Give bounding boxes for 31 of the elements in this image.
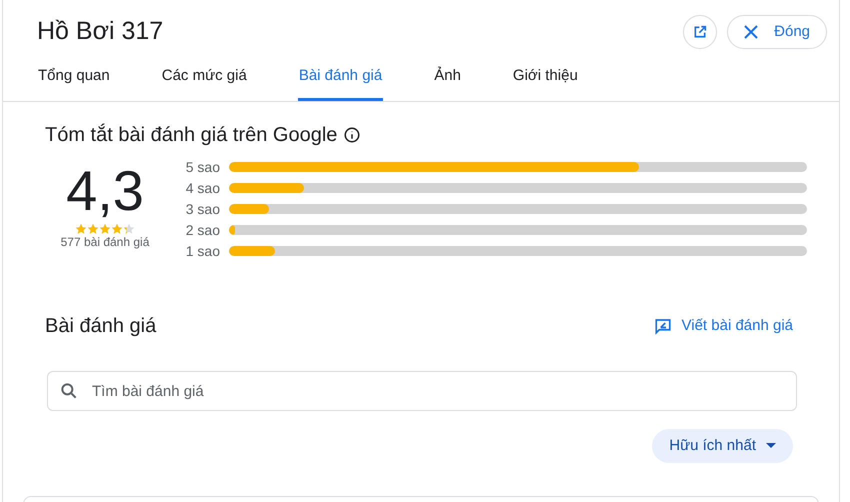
tab[interactable]: Ảnh [433,64,462,101]
star-level-label: 2 sao [185,220,221,240]
section-heading: Bài đánh giá [45,314,156,339]
open-external-button[interactable] [683,15,718,49]
star-level-label: 4 sao [185,178,221,198]
star-icon [111,223,123,235]
info-icon [343,126,362,144]
star-icon [99,223,111,235]
tab[interactable]: Bài đánh giá [298,64,384,101]
open-external-icon [692,24,708,40]
close-button[interactable]: Đóng [727,15,827,49]
tab[interactable]: Các mức giá [160,64,248,101]
review-count: 577 bài đánh giá [60,235,150,249]
star-icon [75,223,87,235]
close-icon [744,25,758,39]
star-level-label: 3 sao [185,200,221,218]
sort-dropdown[interactable]: Hữu ích nhất [652,429,793,463]
tab[interactable]: Giới thiệu [512,64,579,101]
write-review-icon [654,317,672,335]
place-title: Hồ Bơi 317 [37,16,164,48]
search-field[interactable]: Tìm bài đánh giá [47,371,797,411]
section-heading: Tóm tắt bài đánh giá trên Google [45,122,338,148]
dropdown-caret-icon [766,443,776,449]
tab[interactable]: Tổng quan [37,64,111,101]
star-icon [87,223,99,235]
search-icon [59,381,79,401]
write-review-link[interactable]: Viết bài đánh giá [654,314,793,338]
star-icon [123,223,135,235]
star-level-label: 5 sao [185,158,221,176]
star-level-label: 1 sao [185,242,221,260]
rating-value: 4,3 [66,162,144,220]
